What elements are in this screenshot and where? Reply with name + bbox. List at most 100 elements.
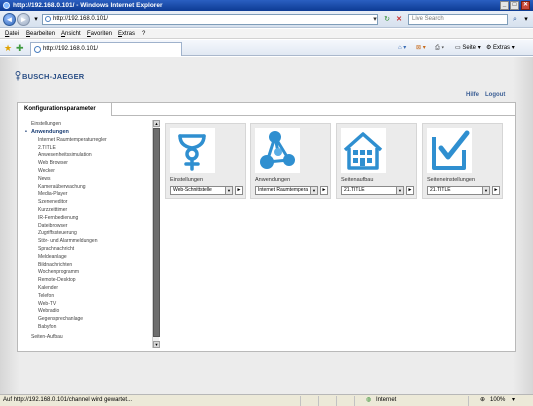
tools-gear-icon: ⚙ — [486, 45, 494, 51]
tree-item[interactable]: Wecker — [38, 168, 55, 175]
page-menu-label: Seite — [462, 45, 477, 51]
back-button[interactable]: ◄ — [3, 13, 16, 26]
add-favorite-icon[interactable]: ✚ — [16, 43, 24, 53]
tree-item[interactable]: Media-Player — [38, 191, 67, 198]
page-menu-button[interactable]: ▭ Seite ▾ — [455, 42, 481, 54]
status-divider — [300, 396, 301, 406]
go-arrow-button[interactable]: ► — [406, 186, 414, 195]
scroll-up-icon[interactable]: ▲ — [153, 120, 160, 127]
tile-einstellungen[interactable]: Einstellungen Web-Schnittstelle ▼ ► — [165, 123, 246, 199]
ie-logo-icon — [3, 2, 10, 9]
tree-item[interactable]: Web-TV — [38, 301, 56, 308]
tab-current[interactable]: http://192.168.0.101/ — [30, 42, 182, 56]
tree-scrollbar[interactable]: ▲ ▼ — [152, 120, 160, 348]
chevron-down-icon[interactable]: ▼ — [310, 187, 317, 194]
search-options-icon[interactable]: ▾ — [521, 14, 531, 25]
minimize-button[interactable]: _ — [500, 1, 509, 10]
forward-button[interactable]: ► — [17, 13, 30, 26]
tools-menu-button[interactable]: ⚙ Extras ▾ — [486, 42, 515, 54]
tree-item[interactable]: 2.TITLE — [38, 145, 56, 152]
tree-item[interactable]: Webradio — [38, 308, 59, 315]
search-icon[interactable]: ⌕ — [510, 14, 520, 25]
tile-select[interactable]: Web-Schnittstelle ▼ — [170, 186, 233, 195]
go-arrow-button[interactable]: ► — [235, 186, 243, 195]
chevron-down-icon[interactable]: ▼ — [482, 187, 489, 194]
tab-page-icon — [34, 46, 41, 53]
help-link[interactable]: Hilfe — [466, 92, 479, 98]
favorites-star-icon[interactable]: ★ — [4, 43, 12, 53]
chevron-down-icon[interactable]: ▼ — [396, 187, 403, 194]
tree-item[interactable]: Anwesenheitssimulation — [38, 152, 92, 159]
tile-select[interactable]: 21.TITLE ▼ — [341, 186, 404, 195]
print-icon[interactable]: ⎙ ▾ — [435, 42, 444, 54]
tile-select-value: 21.TITLE — [430, 187, 451, 193]
menu-datei[interactable]: Datei — [5, 29, 19, 39]
zoom-dropdown-icon[interactable]: ▾ — [512, 395, 515, 406]
tile-select-value: 21.TITLE — [344, 187, 365, 193]
tree-item[interactable]: Babyfon — [38, 324, 56, 331]
tile-seiteneinstellungen[interactable]: Seiteneinstellungen 21.TITLE ▼ ► — [422, 123, 503, 199]
tools-menu-label: Extras — [493, 45, 511, 51]
tree-item[interactable]: Stör- und Alarmmeldungen — [38, 238, 97, 245]
tree-item[interactable]: Einstellungen — [31, 121, 61, 128]
tree-item[interactable]: Gegensprechanlage — [38, 316, 83, 323]
url-input[interactable]: http://192.168.0.101/ — [42, 14, 378, 25]
tile-select[interactable]: 21.TITLE ▼ — [427, 186, 490, 195]
tree-item[interactable]: Szeneneditor — [38, 199, 67, 206]
maximize-button[interactable]: □ — [510, 1, 519, 10]
tab-bar: ★ ✚ http://192.168.0.101/ ⌂ ▾ ⊠ ▾ ⎙ ▾ ▭ … — [0, 40, 533, 56]
menu-extras[interactable]: Extras — [118, 29, 135, 39]
tile-seitenaufbau[interactable]: Seitenaufbau 21.TITLE ▼ ► — [336, 123, 417, 199]
menu-favoriten[interactable]: Favoriten — [87, 29, 112, 39]
zoom-level[interactable]: 100% — [490, 395, 505, 406]
tab-label: http://192.168.0.101/ — [43, 46, 99, 52]
tile-title: Einstellungen — [170, 177, 204, 183]
stop-icon[interactable]: ✕ — [394, 14, 404, 25]
tree-item[interactable]: Internet Raumtemperaturregler — [38, 137, 107, 144]
tile-title: Anwendungen — [255, 177, 291, 183]
home-icon[interactable]: ⌂ ▾ — [398, 42, 406, 54]
tree-item[interactable]: Bildnachrichten — [38, 262, 72, 269]
tree-item[interactable]: Seiten-Aufbau — [31, 334, 63, 341]
go-arrow-button[interactable]: ► — [492, 186, 500, 195]
menu-help[interactable]: ? — [142, 29, 145, 39]
tree-item[interactable]: Zugriffssteuerung — [38, 230, 77, 237]
tree-item[interactable]: News — [38, 176, 51, 183]
search-placeholder: Live Search — [412, 16, 444, 22]
checkbox-icon — [427, 128, 472, 173]
tree-item[interactable]: Remote-Desktop — [38, 277, 76, 284]
tree-item[interactable]: Dateibrowser — [38, 223, 67, 230]
search-input[interactable]: Live Search — [408, 14, 508, 25]
tree-item[interactable]: Telefon — [38, 293, 54, 300]
history-dropdown-icon[interactable]: ▾ — [31, 14, 41, 25]
url-text: http://192.168.0.101/ — [53, 16, 109, 22]
tile-title: Seiteneinstellungen — [427, 177, 476, 183]
tile-select[interactable]: Internet Raumtempera ▼ — [255, 186, 318, 195]
tile-title: Seitenaufbau — [341, 177, 374, 183]
scroll-down-icon[interactable]: ▼ — [153, 341, 160, 348]
menu-bearbeiten[interactable]: Bearbeiten — [26, 29, 55, 39]
tree-item[interactable]: Kameraüberwachung — [38, 184, 86, 191]
tree-item[interactable]: Sprachnachricht — [38, 246, 74, 253]
tree-item[interactable]: Meldeanlage — [38, 254, 67, 261]
tree-item[interactable]: Kurzzeittimer — [38, 207, 67, 214]
scroll-thumb[interactable] — [153, 128, 160, 337]
tree-item[interactable]: Web Browser — [38, 160, 68, 167]
menu-ansicht[interactable]: Ansicht — [61, 29, 81, 39]
zoom-icon[interactable]: ⊕ — [480, 395, 485, 406]
logout-link[interactable]: Logout — [485, 92, 505, 98]
tree-item[interactable]: Kalender — [38, 285, 58, 292]
tile-anwendungen[interactable]: Anwendungen Internet Raumtempera ▼ ► — [250, 123, 331, 199]
tree-item[interactable]: Wochenprogramm — [38, 269, 79, 276]
panel-title: Konfigurationsparameter — [18, 103, 112, 116]
url-dropdown-icon[interactable]: ▾ — [370, 14, 380, 25]
refresh-icon[interactable]: ↻ — [382, 14, 392, 25]
close-button[interactable]: ✕ — [521, 1, 530, 10]
house-icon — [341, 128, 386, 173]
chevron-down-icon[interactable]: ▼ — [225, 187, 232, 194]
go-arrow-button[interactable]: ► — [320, 186, 328, 195]
address-bar: ◄ ► ▾ http://192.168.0.101/ ▾ ↻ ✕ Live S… — [0, 11, 533, 28]
feeds-icon[interactable]: ⊠ ▾ — [416, 42, 426, 54]
tree-item[interactable]: IR-Fernbedienung — [38, 215, 78, 222]
tree-item[interactable]: Anwendungen — [25, 129, 69, 136]
